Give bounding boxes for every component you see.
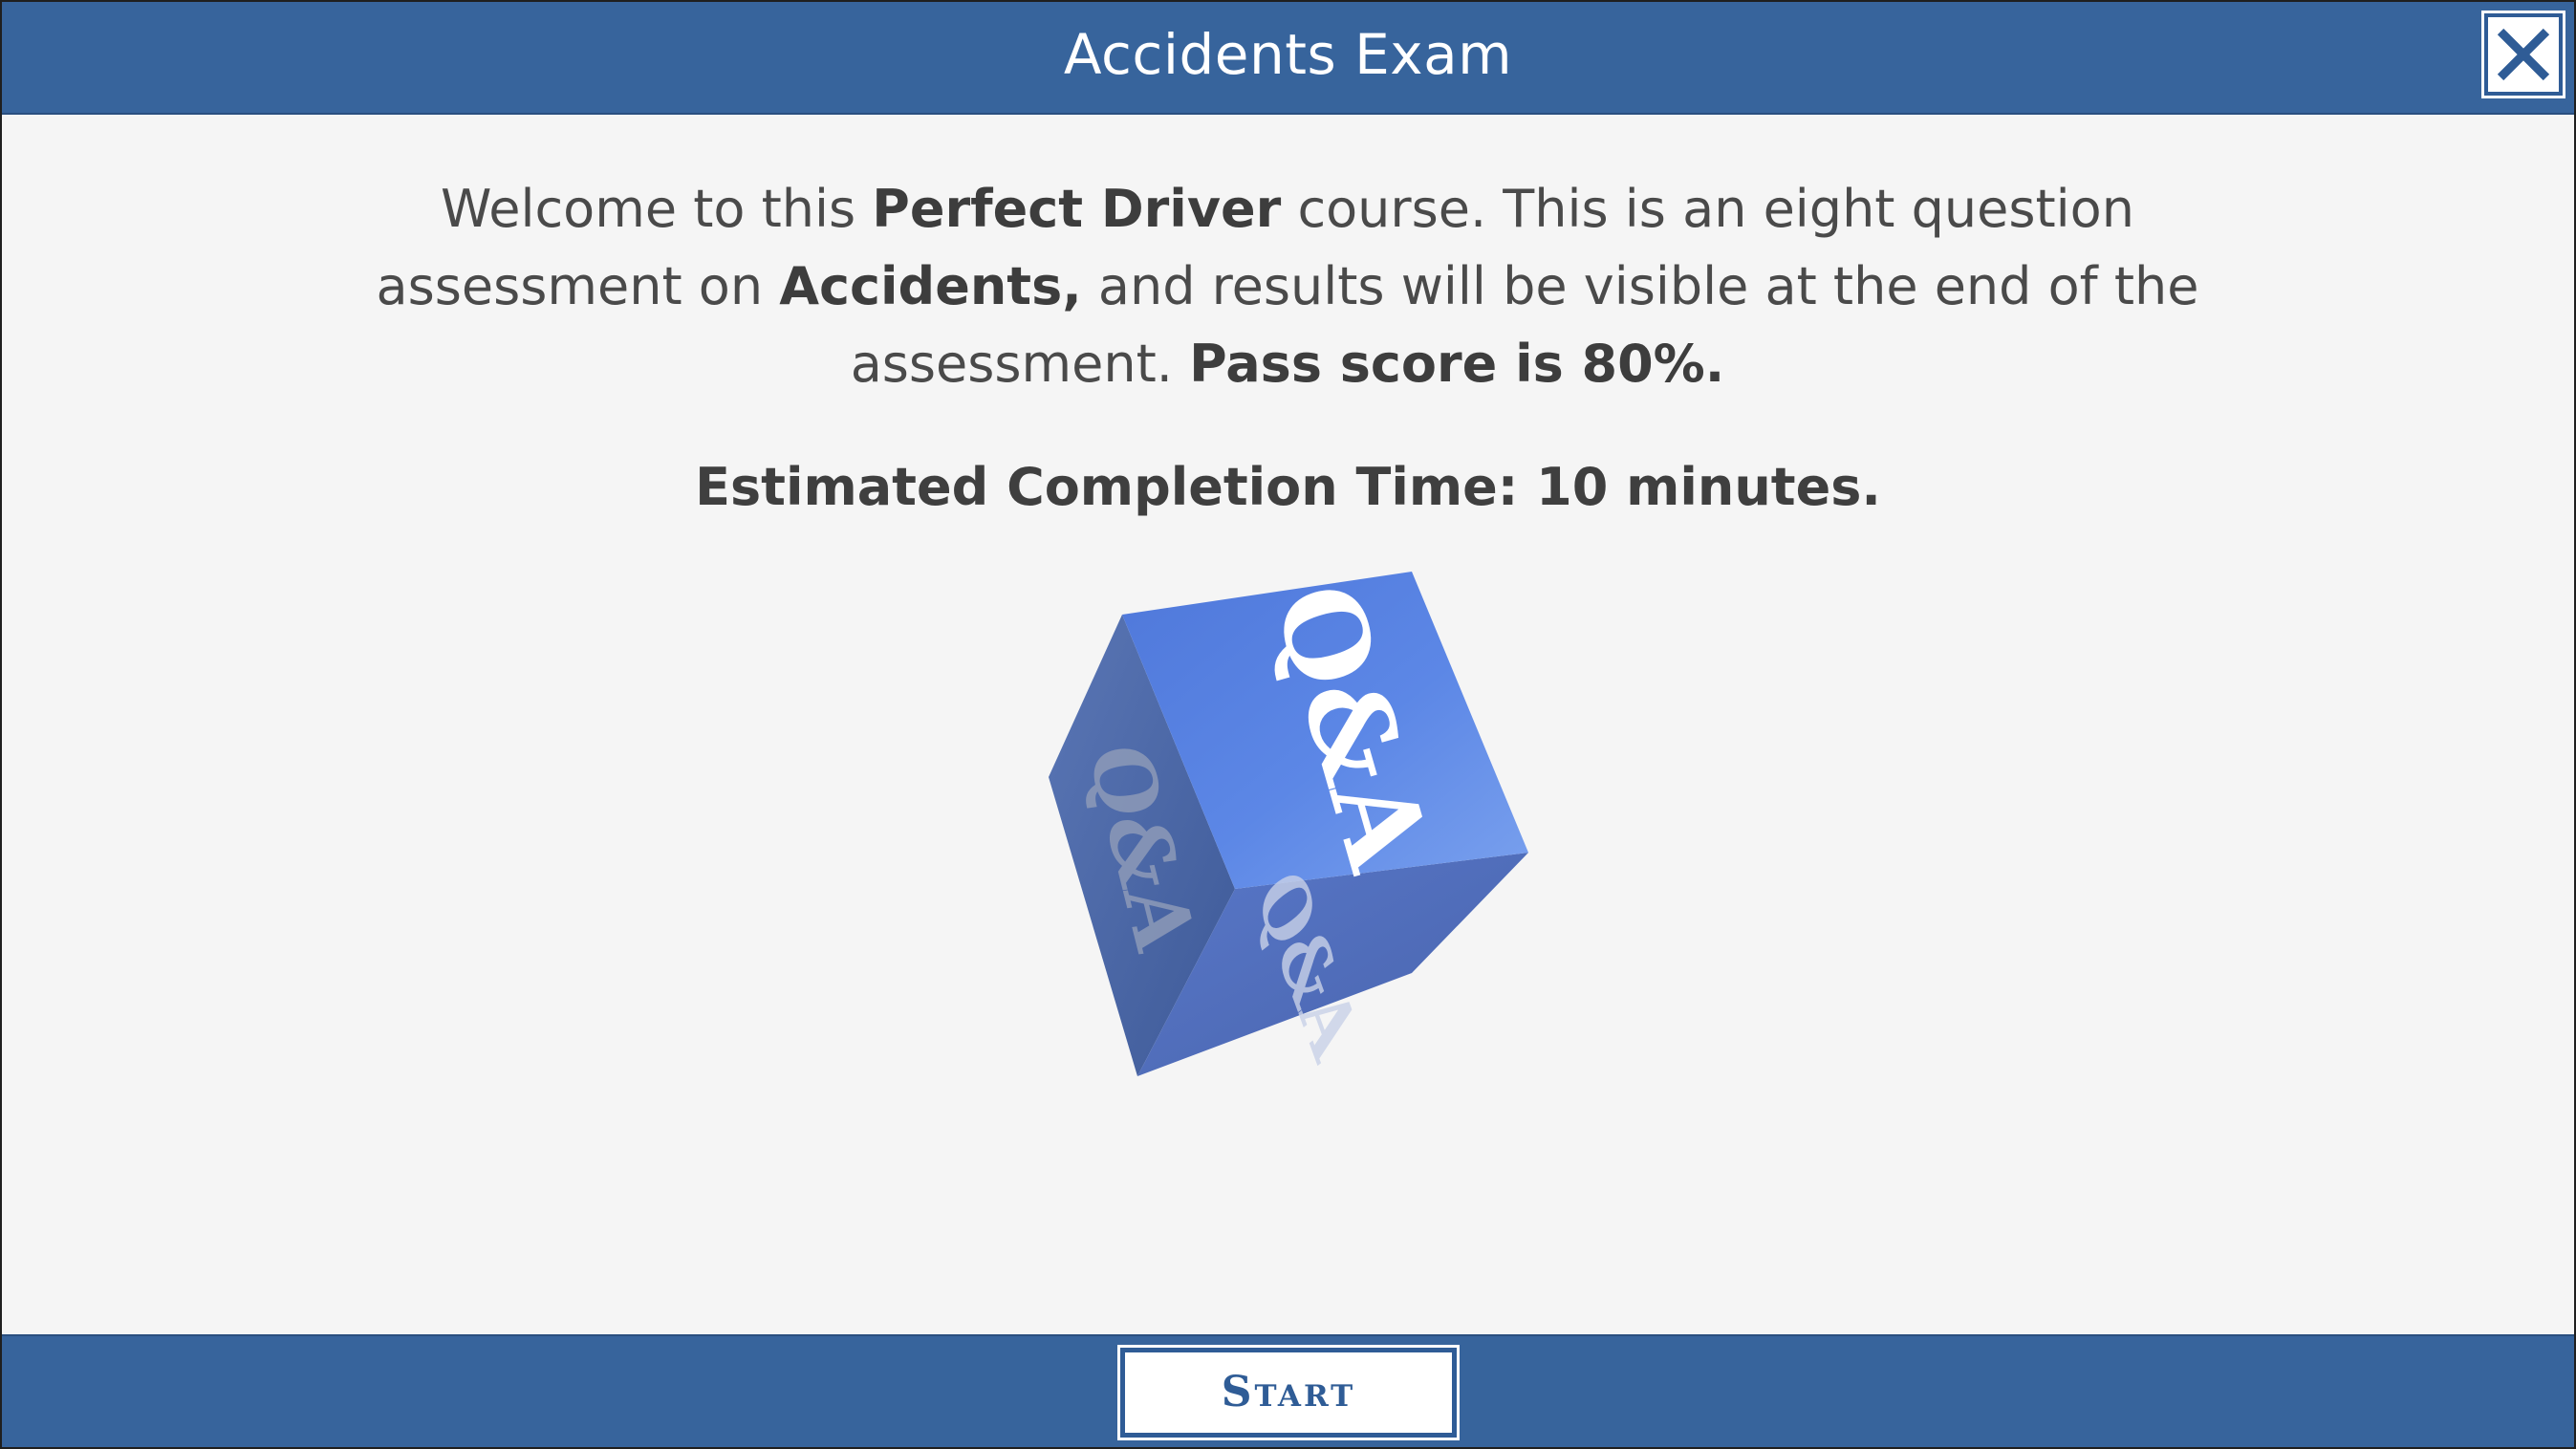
start-button[interactable]: Start <box>1120 1348 1457 1438</box>
intro-part1: Welcome to this <box>441 179 873 239</box>
close-button[interactable] <box>2484 13 2563 96</box>
pass-score: Pass score is 80%. <box>1189 334 1725 394</box>
content-area: Welcome to this Perfect Driver course. T… <box>2 113 2574 1336</box>
topic-name: Accidents, <box>779 256 1082 316</box>
close-icon <box>2497 28 2550 81</box>
course-name: Perfect Driver <box>872 179 1282 239</box>
page-title: Accidents Exam <box>1063 22 1513 87</box>
exam-window: Accidents Exam Welcome to this Perfect D… <box>0 0 2576 1449</box>
title-bar: Accidents Exam <box>2 2 2574 115</box>
footer-bar: Start <box>2 1334 2574 1447</box>
estimated-time: Estimated Completion Time: 10 minutes. <box>695 457 1881 517</box>
intro-text: Welcome to this Perfect Driver course. T… <box>336 170 2239 402</box>
qa-cube-icon: Q&A Q&A Q&A <box>1049 572 1528 1077</box>
